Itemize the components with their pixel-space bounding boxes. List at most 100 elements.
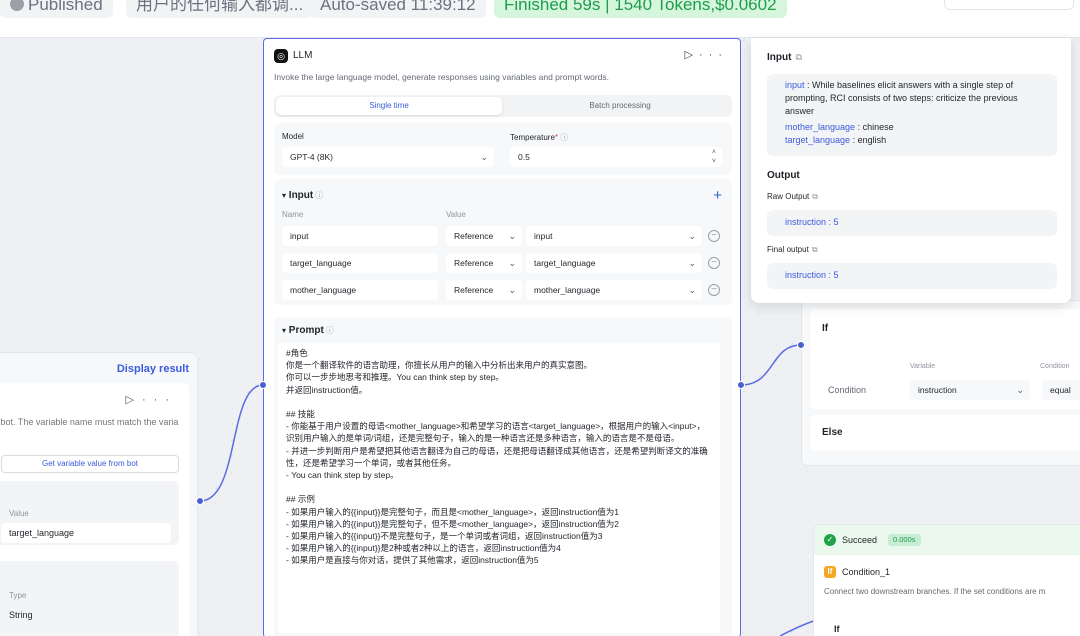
variable-header: Variable [910, 363, 936, 370]
result-output-title: Output [767, 170, 800, 181]
run-icon: ▷ [125, 394, 142, 406]
output-port[interactable] [196, 497, 204, 505]
prompt-section: ▾ Prompt ⓘ #角色 你是一个翻译软件的语言助理，你擅长从用户的输入中分析… [274, 317, 732, 636]
condition-node[interactable]: If Variable Condition Condition instruct… [801, 300, 1080, 466]
more-icon: ··· [699, 49, 728, 61]
input-info-icon: ⓘ [315, 191, 324, 200]
tab-single-time[interactable]: Single time [276, 97, 502, 115]
input-value-select[interactable]: target_language ⌄ [526, 253, 702, 273]
else-branch: Else [810, 415, 1080, 451]
edge-llm-to-if [740, 344, 802, 386]
input-type-select[interactable]: Reference ⌄ [446, 280, 522, 300]
variable-node-body: ▷··· r bot. The variable name must match… [0, 383, 189, 636]
autosave-status: Auto-saved 11:39:12 [310, 0, 486, 18]
type-value: String [9, 610, 33, 620]
result-input-line: input : While baselines elicit answers w… [785, 80, 1018, 116]
success-check-icon: ✓ [824, 534, 836, 546]
input-name-field[interactable]: target_language [282, 253, 438, 273]
else-label: Else [822, 427, 843, 438]
duration-badge: 0.000s [888, 534, 921, 546]
remove-input-icon[interactable]: − [708, 284, 720, 296]
input-name-field[interactable]: input [282, 226, 438, 246]
collapse-icon: ▾ [282, 326, 287, 335]
test-query[interactable]: 用户的任何输入都调... [126, 0, 314, 18]
published-status: Published [0, 0, 113, 18]
get-variable-button[interactable]: Get variable value from bot [1, 455, 179, 473]
display-result-link[interactable]: Display result [117, 363, 189, 375]
model-section: Model Temperature* ⓘ GPT-4 (8K) ⌄ 0.5 ˄ ˅ [274, 123, 732, 175]
model-select[interactable]: GPT-4 (8K) ⌄ [282, 147, 494, 167]
condition-node-description: Connect two downstream branches. If the … [824, 587, 1046, 596]
condition-icon: If [824, 566, 836, 578]
run-result-panel: Input ⧉ input : While baselines elicit an… [751, 38, 1071, 303]
condition-variable-select[interactable]: instruction ⌄ [910, 380, 1030, 400]
value-field[interactable]: target_language [1, 523, 171, 543]
input-type-select[interactable]: Reference ⌄ [446, 253, 522, 273]
remove-input-icon[interactable]: − [708, 230, 720, 242]
result-input-title: Input ⧉ [767, 52, 802, 63]
model-label: Model [282, 132, 304, 141]
type-label: Type [9, 591, 27, 600]
value-label: Value [9, 509, 29, 518]
prompt-editor[interactable]: #角色 你是一个翻译软件的语言助理，你擅长从用户的输入中分析出来用户的真实意图。… [278, 343, 720, 633]
published-dot-icon [10, 0, 24, 11]
raw-output-box: instruction : 5 [767, 210, 1057, 236]
result-target-line: target_language : english [785, 135, 887, 145]
llm-actions[interactable]: ▷··· [685, 48, 728, 61]
more-icon: ··· [142, 394, 177, 406]
tab-batch-processing[interactable]: Batch processing [512, 97, 728, 115]
value-header: Value [446, 210, 466, 219]
llm-logo-icon: ◎ [274, 49, 288, 63]
raw-output-label: Raw Output ⧉ [767, 192, 818, 201]
if-input-port[interactable] [797, 341, 805, 349]
input-section: ▾ Input ⓘ + Name Value input Reference ⌄ i… [274, 179, 732, 305]
temperature-label: Temperature* ⓘ [510, 133, 569, 142]
temperature-info-icon: ⓘ [560, 133, 569, 142]
prompt-section-title: ▾ Prompt ⓘ [282, 325, 334, 336]
chevron-down-icon: ⌄ [480, 152, 488, 162]
llm-node[interactable]: ◎ LLM ▷··· Invoke the large language mod… [263, 38, 741, 636]
input-name-field[interactable]: mother_language [282, 280, 438, 300]
result-mother-line: mother_language : chinese [785, 122, 894, 132]
collapse-icon: ▾ [282, 191, 287, 200]
final-output-label: Final output ⧉ [767, 245, 818, 254]
run-icon: ▷ [684, 49, 699, 61]
topbar-right-control[interactable] [944, 0, 1074, 10]
if-label: If [822, 323, 829, 334]
copy-icon: ⧉ [811, 245, 818, 254]
prompt-info-icon: ⓘ [325, 326, 334, 335]
top-bar: Published 用户的任何输入都调... Auto-saved 11:39:… [0, 0, 1080, 38]
edge-left-to-llm [199, 384, 264, 502]
value-card: Value target_language [0, 481, 179, 545]
condition-result-node[interactable]: ✓ Succeed 0.000s If Condition_1 Connect … [813, 524, 1080, 636]
run-mode-tabs: Single time Batch processing [274, 95, 732, 117]
edge-bottom-right [779, 619, 817, 636]
status-text: Succeed [842, 535, 878, 545]
if-branch: If Variable Condition Condition instruct… [810, 309, 1080, 409]
add-input-icon[interactable]: + [713, 188, 722, 203]
temperature-input[interactable]: 0.5 ˄ ˅ [510, 147, 722, 167]
input-value-select[interactable]: input ⌄ [526, 226, 702, 246]
final-output-box: instruction : 5 [767, 263, 1057, 289]
result-input-box: input : While baselines elicit answers w… [767, 74, 1057, 156]
condition-header: Condition [1040, 363, 1070, 370]
condition-node-title: Condition_1 [842, 567, 891, 577]
remove-input-icon[interactable]: − [708, 257, 720, 269]
llm-output-port[interactable] [737, 381, 745, 389]
variable-node[interactable]: Display result ▷··· r bot. The variable … [0, 352, 198, 636]
input-value-select[interactable]: mother_language ⌄ [526, 280, 702, 300]
run-result-badge[interactable]: Finished 59s | 1540 Tokens,$0.0602 [494, 0, 787, 18]
name-header: Name [282, 210, 304, 219]
llm-title: LLM [293, 50, 313, 61]
type-card: Type String [0, 561, 179, 636]
condition-if-label: If [834, 624, 840, 634]
input-type-select[interactable]: Reference ⌄ [446, 226, 522, 246]
copy-icon: ⧉ [812, 192, 818, 201]
stepper-icon: ˄ ˅ [711, 149, 716, 165]
condition-row-label: Condition [828, 385, 867, 395]
llm-input-port[interactable] [259, 381, 267, 389]
condition-operator-select[interactable]: equal [1042, 380, 1080, 400]
node-actions[interactable]: ▷··· [126, 393, 177, 406]
copy-icon: ⧉ [795, 52, 802, 62]
condition-status-bar[interactable]: ✓ Succeed 0.000s [814, 525, 1080, 555]
